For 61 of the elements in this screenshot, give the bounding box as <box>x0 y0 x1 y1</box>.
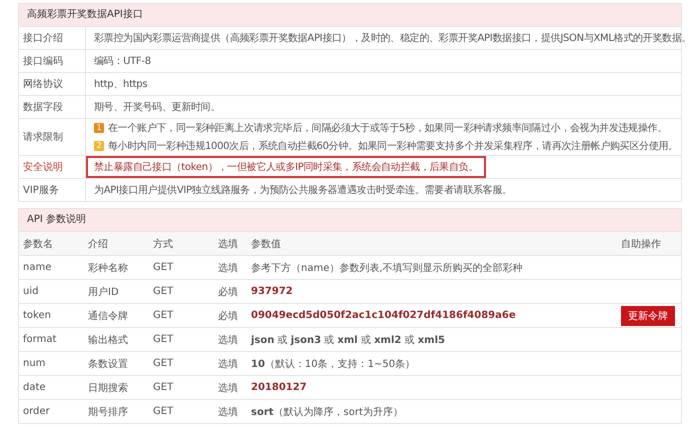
warning-text: 禁止暴露自己接口（token），一但被它人或多IP同时采集，系统会自动拦截，后果自负。 <box>86 156 486 178</box>
row-value: http、https <box>94 78 148 91</box>
table-cell-text: uid <box>23 286 40 297</box>
column-header: 介绍 <box>88 238 109 250</box>
table-cell-text: 条数设置 <box>88 358 129 370</box>
row-value: 彩票控为国内彩票运营商提供（高频彩票开奖数据API接口），及时的、稳定的、彩票开奖API数据接口，提供JSON与XML格式的开奖数据。 <box>94 32 690 45</box>
table-cell-text: GET <box>153 286 174 297</box>
table-cell-text: 必填 <box>218 286 239 298</box>
refresh-token-button[interactable]: 更新令牌 <box>621 306 675 326</box>
column-header: 参数名 <box>23 238 54 250</box>
table-cell-text: token <box>23 310 52 321</box>
row-label: 接口编码 <box>19 50 86 72</box>
table-cell-text: GET <box>153 334 174 345</box>
table-cell-text: 选填 <box>218 406 239 418</box>
table-cell-text: date <box>23 382 47 393</box>
row-value: 期号、开奖号码、更新时间。 <box>94 100 222 114</box>
table-cell-text: GET <box>153 310 174 321</box>
table-cell-text: format <box>23 334 58 345</box>
rule-text: 在一个账户下，同一彩种距离上次请求完毕后，间隔必须大于或等于5秒，如果同一彩种请求频率间隔过小，会视为并发违规操作。 <box>108 122 667 135</box>
row-label: 数据字段 <box>19 96 86 118</box>
row-label: 安全说明 <box>19 156 86 178</box>
column-header: 参数值 <box>251 238 282 250</box>
table-cell-text: 参考下方（name）参数列表,不填写则显示所购买的全部彩种 <box>251 262 524 274</box>
table-cell-text: GET <box>153 358 174 369</box>
row-value: 编码：UTF-8 <box>94 54 152 68</box>
table-cell-text: 09049ecd5d050f2ac1c104f027df4186f4089a6e <box>251 310 517 321</box>
table-cell-text: 彩种名称 <box>88 262 129 274</box>
row-label: 网络协议 <box>19 73 86 95</box>
panel-title: 高频彩票开奖数据API接口 <box>19 4 681 27</box>
row-label: 请求限制 <box>19 119 86 155</box>
column-header: 自助操作 <box>621 238 662 250</box>
number-badge: 2 <box>94 141 104 151</box>
table-cell-text: GET <box>153 406 174 417</box>
table-cell-text: 通信令牌 <box>88 310 129 322</box>
table-cell-text: num <box>23 358 46 369</box>
row-label: 接口介绍 <box>19 27 86 49</box>
column-header: 方式 <box>153 238 174 250</box>
table-cell-text: 选填 <box>218 334 239 346</box>
table-cell-text: 选填 <box>218 358 239 370</box>
column-header: 选填 <box>218 238 239 250</box>
row-label: VIP服务 <box>19 179 86 201</box>
table-cell-text: 日期搜索 <box>88 382 129 394</box>
table-cell-text: 选填 <box>218 382 239 394</box>
table-cell-text: 20180127 <box>251 382 308 393</box>
panel-title: API 参数说明 <box>19 209 681 232</box>
table-cell-text: 10（默认：10条，支持：1~50条） <box>251 358 416 370</box>
table-cell-text: 必填 <box>218 310 239 322</box>
number-badge: 1 <box>94 123 104 133</box>
table-cell-text: GET <box>153 382 174 393</box>
table-cell-text: name <box>23 262 52 273</box>
table-cell-text: 用户ID <box>88 286 120 298</box>
table-cell-text: 期号排序 <box>88 406 129 418</box>
table-cell-text: json 或 json3 或 xml 或 xml2 或 xml5 <box>251 334 446 346</box>
table-cell-text: GET <box>153 262 174 273</box>
table-cell-text: 选填 <box>218 262 239 274</box>
table-cell-text: order <box>23 406 51 417</box>
table-cell-text: sort（默认为降序，sort为升序） <box>251 406 404 418</box>
rule-text: 每小时内同一彩种违规1000次后，系统自动拦截60分钟。如果同一彩种需要支持多个并发采集程序，请再次注册帐户购买区分使用。 <box>108 140 678 153</box>
table-cell-text: 937972 <box>251 286 294 297</box>
table-cell-text: 输出格式 <box>88 334 129 346</box>
row-value: 为API接口用户提供VIP独立线路服务，为预防公共服务器遭遇攻击时受牵连。需要者请联系客服。 <box>94 184 513 197</box>
